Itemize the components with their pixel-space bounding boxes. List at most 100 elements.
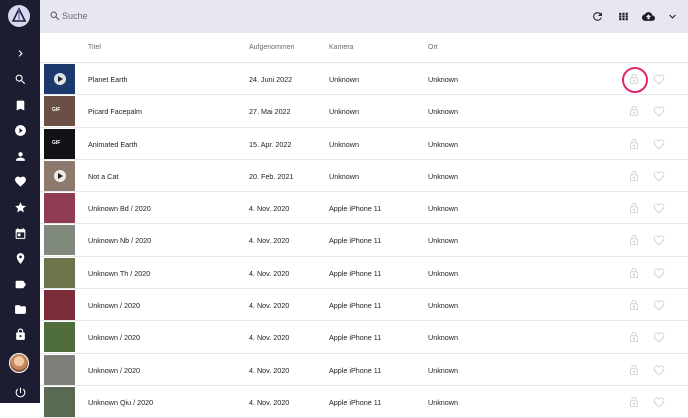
photo-thumbnail[interactable]	[44, 257, 75, 288]
photo-title[interactable]: Unknown / 2020	[88, 301, 140, 310]
photo-thumbnail[interactable]	[44, 193, 75, 224]
photo-thumbnail[interactable]	[44, 225, 75, 256]
photo-thumbnail[interactable]	[44, 354, 75, 385]
grid-view-button[interactable]	[615, 8, 631, 24]
lock-icon[interactable]	[627, 201, 641, 215]
search-input[interactable]	[62, 8, 362, 24]
table-row[interactable]: Planet Earth 24. Juni 2022 Unknown Unknown	[40, 63, 688, 96]
lock-icon[interactable]	[627, 298, 641, 312]
nav-heart[interactable]	[0, 170, 40, 192]
nav-person[interactable]	[0, 145, 40, 167]
photo-location[interactable]: Unknown	[428, 107, 458, 116]
table-row[interactable]: Unknown / 2020 4. Nov. 2020 Apple iPhone 1…	[40, 354, 688, 386]
lock-icon[interactable]	[627, 266, 641, 280]
heart-icon[interactable]	[652, 201, 666, 215]
heart-icon[interactable]	[652, 395, 666, 409]
column-title[interactable]: Titel	[88, 44, 101, 51]
photo-location[interactable]: Unknown	[428, 75, 458, 84]
power-icon[interactable]	[0, 381, 40, 403]
table-row[interactable]: Unknown / 2020 4. Nov. 2020 Apple iPhone 1…	[40, 321, 688, 354]
heart-icon[interactable]	[652, 169, 666, 183]
photo-thumbnail[interactable]	[44, 290, 75, 321]
photo-camera[interactable]: Apple iPhone 11	[329, 398, 381, 407]
photo-thumbnail[interactable]: GIF	[44, 128, 75, 159]
nav-lock[interactable]	[0, 323, 40, 345]
photo-title[interactable]: Not a Cat	[88, 172, 118, 181]
photo-title[interactable]: Unknown Qiu / 2020	[88, 398, 153, 407]
more-options-button[interactable]	[664, 8, 680, 24]
photo-title[interactable]: Unknown / 2020	[88, 333, 140, 342]
photo-thumbnail[interactable]	[44, 322, 75, 353]
user-avatar[interactable]	[9, 353, 29, 373]
photo-camera[interactable]: Unknown	[329, 140, 359, 149]
photo-camera[interactable]: Apple iPhone 11	[329, 236, 381, 245]
nav-star[interactable]	[0, 196, 40, 218]
lock-icon[interactable]	[627, 330, 641, 344]
heart-icon[interactable]	[652, 72, 666, 86]
photo-title[interactable]: Unknown Th / 2020	[88, 269, 150, 278]
nav-play-circle[interactable]	[0, 119, 40, 141]
nav-folder[interactable]	[0, 298, 40, 320]
upload-button[interactable]	[640, 8, 656, 24]
lock-icon[interactable]	[627, 363, 641, 377]
heart-icon[interactable]	[652, 298, 666, 312]
photo-camera[interactable]: Unknown	[329, 75, 359, 84]
photo-title[interactable]: Unknown Nb / 2020	[88, 236, 151, 245]
app-logo[interactable]	[8, 5, 30, 27]
table-row[interactable]: GIF Picard Facepalm 27. Mai 2022 Unknown Unk…	[40, 95, 688, 128]
photo-location[interactable]: Unknown	[428, 236, 458, 245]
photo-location[interactable]: Unknown	[428, 398, 458, 407]
nav-calendar[interactable]	[0, 222, 40, 244]
photo-location[interactable]: Unknown	[428, 204, 458, 213]
table-row[interactable]: Unknown / 2020 4. Nov. 2020 Apple iPhone 1…	[40, 289, 688, 322]
photo-camera[interactable]: Apple iPhone 11	[329, 204, 381, 213]
photo-location[interactable]: Unknown	[428, 301, 458, 310]
photo-camera[interactable]: Apple iPhone 11	[329, 301, 381, 310]
nav-search[interactable]	[0, 68, 40, 90]
heart-icon[interactable]	[652, 137, 666, 151]
photo-thumbnail[interactable]	[44, 386, 75, 417]
heart-icon[interactable]	[652, 233, 666, 247]
photo-camera[interactable]: Apple iPhone 11	[329, 366, 381, 375]
photo-title[interactable]: Planet Earth	[88, 75, 128, 84]
nav-chevron-right[interactable]	[0, 42, 40, 64]
photo-location[interactable]: Unknown	[428, 172, 458, 181]
lock-icon[interactable]	[627, 137, 641, 151]
table-row[interactable]: Unknown Bd / 2020 4. Nov. 2020 Apple iPhon…	[40, 192, 688, 225]
lock-icon[interactable]	[627, 104, 641, 118]
lock-icon[interactable]	[627, 395, 641, 409]
nav-bookmark[interactable]	[0, 94, 40, 116]
photo-title[interactable]: Picard Facepalm	[88, 107, 142, 116]
heart-icon[interactable]	[652, 104, 666, 118]
lock-icon[interactable]	[627, 233, 641, 247]
photo-thumbnail[interactable]	[44, 64, 75, 94]
photo-thumbnail[interactable]: GIF	[44, 96, 75, 127]
photo-location[interactable]: Unknown	[428, 269, 458, 278]
photo-location[interactable]: Unknown	[428, 140, 458, 149]
table-row[interactable]: Not a Cat 20. Feb. 2021 Unknown Unknown	[40, 160, 688, 193]
photo-title[interactable]: Unknown Bd / 2020	[88, 204, 151, 213]
table-row[interactable]: GIF Animated Earth 15. Apr. 2022 Unknown Unk…	[40, 128, 688, 160]
table-row[interactable]: Unknown Qiu / 2020 4. Nov. 2020 Apple iPho…	[40, 386, 688, 418]
photo-title[interactable]: Animated Earth	[88, 140, 138, 149]
photo-title[interactable]: Unknown / 2020	[88, 366, 140, 375]
photo-thumbnail[interactable]	[44, 160, 75, 191]
table-row[interactable]: Unknown Nb / 2020 4. Nov. 2020 Apple iPhon…	[40, 224, 688, 257]
heart-icon[interactable]	[652, 363, 666, 377]
heart-icon[interactable]	[652, 266, 666, 280]
photo-location[interactable]: Unknown	[428, 366, 458, 375]
nav-label[interactable]	[0, 273, 40, 295]
lock-icon[interactable]	[627, 169, 641, 183]
table-row[interactable]: Unknown Th / 2020 4. Nov. 2020 Apple iPhon…	[40, 257, 688, 290]
nav-place[interactable]	[0, 247, 40, 269]
column-taken[interactable]: Aufgenommen	[249, 44, 295, 51]
heart-icon[interactable]	[652, 330, 666, 344]
photo-camera[interactable]: Unknown	[329, 107, 359, 116]
photo-location[interactable]: Unknown	[428, 333, 458, 342]
column-camera[interactable]: Kamera	[329, 44, 354, 51]
photo-camera[interactable]: Apple iPhone 11	[329, 333, 381, 342]
photo-camera[interactable]: Apple iPhone 11	[329, 269, 381, 278]
refresh-button[interactable]	[589, 8, 605, 24]
column-location[interactable]: Ort	[428, 44, 438, 51]
photo-camera[interactable]: Unknown	[329, 172, 359, 181]
